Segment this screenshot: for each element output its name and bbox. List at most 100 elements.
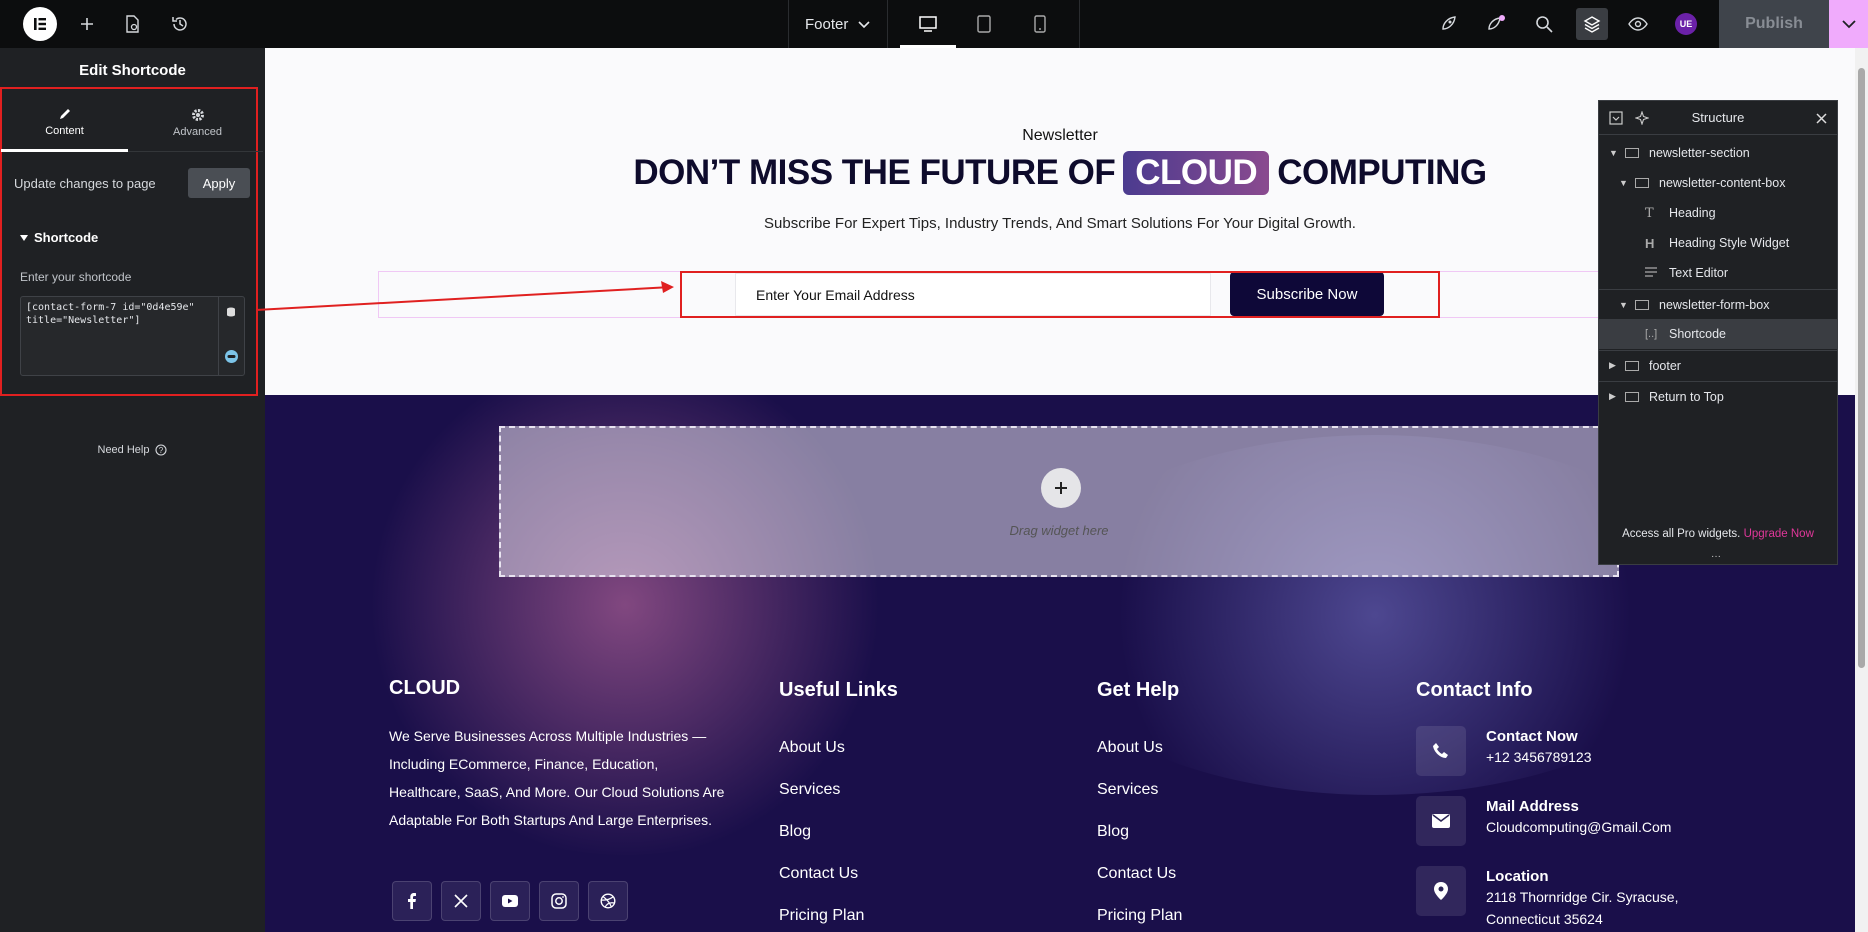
layers-icon[interactable] xyxy=(1576,8,1608,40)
help-link-services[interactable]: Services xyxy=(1097,781,1158,799)
desktop-view-button[interactable] xyxy=(900,0,956,48)
rocket-icon[interactable] xyxy=(1434,10,1462,38)
elementor-logo-icon[interactable] xyxy=(23,7,57,41)
apply-button[interactable]: Apply xyxy=(188,168,250,198)
structure-item-label: Return to Top xyxy=(1649,389,1724,404)
x-twitter-link[interactable] xyxy=(441,881,481,921)
svg-text:?: ? xyxy=(159,446,164,455)
mail-icon xyxy=(1416,796,1466,846)
structure-item-selected[interactable]: [..] Shortcode xyxy=(1599,319,1837,349)
annotation-arrow xyxy=(255,281,674,311)
tab-advanced[interactable]: Advanced xyxy=(134,94,261,152)
upgrade-now-link[interactable]: Upgrade Now xyxy=(1744,528,1814,540)
contact-info-title: Contact Info xyxy=(1416,679,1533,701)
widget-drop-zone[interactable]: Drag widget here xyxy=(499,426,1619,577)
heading-icon: T xyxy=(1645,205,1654,221)
caret-down-icon[interactable]: ▼ xyxy=(1609,148,1619,158)
scrollbar-thumb[interactable] xyxy=(1858,68,1865,668)
page-settings-icon[interactable] xyxy=(118,10,146,38)
facebook-link[interactable] xyxy=(392,881,432,921)
container-icon xyxy=(1635,178,1649,188)
help-link-about[interactable]: About Us xyxy=(1097,739,1163,757)
structure-item[interactable]: ▶ Return to Top xyxy=(1599,381,1837,411)
dribbble-icon xyxy=(600,893,616,909)
x-icon xyxy=(454,894,468,908)
user-avatar[interactable]: UE xyxy=(1672,10,1700,38)
structure-item[interactable]: H Heading Style Widget xyxy=(1599,228,1837,258)
need-help-label: Need Help xyxy=(97,444,150,456)
footer-link-blog[interactable]: Blog xyxy=(779,823,811,841)
structure-item-label: newsletter-content-box xyxy=(1659,176,1786,190)
update-text: Update changes to page xyxy=(14,175,156,191)
structure-item[interactable]: T Heading xyxy=(1599,198,1837,228)
tab-label: Advanced xyxy=(173,126,222,138)
widget-settings-panel: Edit Shortcode Content Advanced Update c… xyxy=(0,48,265,932)
useful-links-title: Useful Links xyxy=(779,679,898,701)
tab-content[interactable]: Content xyxy=(1,94,128,152)
help-link-contact[interactable]: Contact Us xyxy=(1097,865,1176,883)
annotation-highlight-box xyxy=(680,271,1440,318)
caret-right-icon[interactable]: ▶ xyxy=(1609,391,1619,402)
shortcode-field-label: Enter your shortcode xyxy=(20,270,132,284)
help-link-blog[interactable]: Blog xyxy=(1097,823,1129,841)
caret-right-icon[interactable]: ▶ xyxy=(1609,360,1619,371)
mobile-view-button[interactable] xyxy=(1012,0,1068,48)
caret-down-icon[interactable]: ▼ xyxy=(1619,178,1629,188)
footer-link-about[interactable]: About Us xyxy=(779,739,845,757)
publish-button[interactable]: Publish xyxy=(1719,0,1829,48)
shortcode-textarea[interactable]: [contact-form-7 id="0d4e59e" title="News… xyxy=(20,296,245,376)
resize-handle-icon[interactable]: ··· xyxy=(1711,551,1721,562)
add-element-icon[interactable] xyxy=(73,10,101,38)
structure-item[interactable]: ▼ newsletter-form-box xyxy=(1599,289,1837,319)
dynamic-tags-icon[interactable] xyxy=(226,304,236,322)
contact-location-title: Location xyxy=(1486,868,1549,885)
footer-link-pricing[interactable]: Pricing Plan xyxy=(779,907,864,925)
dribbble-link[interactable] xyxy=(588,881,628,921)
help-link-pricing[interactable]: Pricing Plan xyxy=(1097,907,1182,925)
footer-link-services[interactable]: Services xyxy=(779,781,840,799)
shortcode-value: [contact-form-7 id="0d4e59e" title="News… xyxy=(26,302,201,326)
contact-location-line2: Connecticut 35624 xyxy=(1486,911,1603,927)
close-icon[interactable] xyxy=(1816,112,1827,127)
document-selector[interactable]: Footer xyxy=(788,0,888,48)
structure-item[interactable]: ▼ newsletter-section xyxy=(1599,138,1837,168)
contact-phone-title: Contact Now xyxy=(1486,728,1578,745)
pencil-icon xyxy=(59,108,70,119)
history-icon[interactable] xyxy=(166,10,194,38)
contact-mail-title: Mail Address xyxy=(1486,798,1579,815)
shortcode-section-header[interactable]: Shortcode xyxy=(20,230,98,245)
device-switcher xyxy=(888,0,1080,48)
notifications-icon[interactable] xyxy=(1482,10,1510,38)
tablet-view-button[interactable] xyxy=(956,0,1012,48)
publish-options-button[interactable] xyxy=(1829,0,1868,48)
plus-icon xyxy=(1055,482,1067,494)
update-row: Update changes to page Apply xyxy=(14,168,250,198)
gear-icon xyxy=(191,109,204,121)
desktop-icon xyxy=(919,16,937,32)
canvas-scrollbar[interactable] xyxy=(1855,48,1868,932)
structure-item[interactable]: ▼ newsletter-content-box xyxy=(1599,168,1837,198)
caret-down-icon[interactable]: ▼ xyxy=(1619,300,1629,310)
question-icon: ? xyxy=(155,444,168,456)
structure-item[interactable]: Text Editor xyxy=(1599,258,1837,288)
structure-item[interactable]: ▶ footer xyxy=(1599,350,1837,380)
pro-promo: Access all Pro widgets. Upgrade Now xyxy=(1599,528,1837,540)
structure-item-label: Text Editor xyxy=(1669,266,1729,280)
avatar-initials: UE xyxy=(1675,13,1697,35)
contact-mail-value[interactable]: Cloudcomputing@Gmail.Com xyxy=(1486,816,1671,838)
add-widget-button[interactable] xyxy=(1041,468,1081,508)
shortcode-icon: [..] xyxy=(1645,328,1658,340)
container-icon xyxy=(1635,299,1649,310)
search-icon[interactable] xyxy=(1530,10,1558,38)
need-help-link[interactable]: Need Help ? xyxy=(0,444,265,456)
instagram-link[interactable] xyxy=(539,881,579,921)
drop-zone-text: Drag widget here xyxy=(1009,523,1109,538)
preview-eye-icon[interactable] xyxy=(1624,10,1652,38)
tab-label: Content xyxy=(45,124,84,137)
footer-link-contact[interactable]: Contact Us xyxy=(779,865,858,883)
youtube-link[interactable] xyxy=(490,881,530,921)
ai-assistant-icon[interactable] xyxy=(224,349,239,369)
contact-phone-value[interactable]: +12 3456789123 xyxy=(1486,746,1592,768)
tablet-icon xyxy=(977,15,991,33)
chevron-down-icon xyxy=(1841,19,1856,28)
